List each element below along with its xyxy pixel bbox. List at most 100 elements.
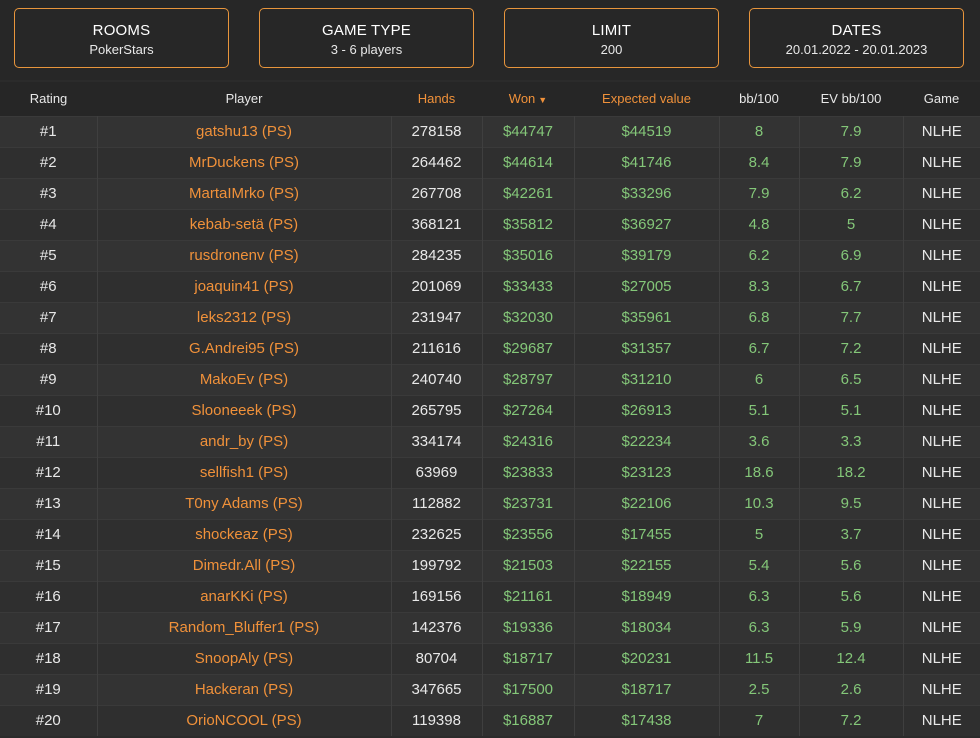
cell-game: NLHE	[903, 301, 980, 333]
cell-game: NLHE	[903, 239, 980, 271]
cell-game: NLHE	[903, 270, 980, 302]
table-row[interactable]: #5 rusdronenv (PS) 284235 $35016 $39179 6.2 6.…	[0, 239, 980, 271]
cell-ev-bb100: 5.1	[799, 394, 904, 426]
cell-game: NLHE	[903, 673, 980, 705]
table-row[interactable]: #11 andr_by (PS) 334174 $24316 $22234 3.6 3.3 N…	[0, 425, 980, 457]
header-expected-value[interactable]: Expected value	[574, 82, 719, 116]
cell-ev-bb100: 7.9	[799, 115, 904, 147]
cell-hands: 264462	[391, 146, 483, 178]
cell-game: NLHE	[903, 487, 980, 519]
header-rating: Rating	[29, 91, 68, 107]
player-link[interactable]: OrioNCOOL (PS)	[97, 704, 392, 736]
cell-bb100: 5.4	[719, 549, 800, 581]
table-row[interactable]: #15 Dimedr.All (PS) 199792 $21503 $22155 5.4 5…	[0, 549, 980, 581]
table-row[interactable]: #10 Slooneeek (PS) 265795 $27264 $26913 5.1 5.…	[0, 394, 980, 426]
table-row[interactable]: #12 sellfish1 (PS) 63969 $23833 $23123 18.6 18…	[0, 456, 980, 488]
cell-game: NLHE	[903, 704, 980, 736]
cell-game: NLHE	[903, 611, 980, 643]
table-row[interactable]: #17 Random_Bluffer1 (PS) 142376 $19336 $1803…	[0, 611, 980, 643]
cell-hands: 240740	[391, 363, 483, 395]
header-hands[interactable]: Hands	[391, 82, 482, 116]
player-link[interactable]: leks2312 (PS)	[97, 301, 392, 333]
player-link[interactable]: Slooneeek (PS)	[97, 394, 392, 426]
cell-hands: 334174	[391, 425, 483, 457]
cell-ev-bb100: 9.5	[799, 487, 904, 519]
table-row[interactable]: #20 OrioNCOOL (PS) 119398 $16887 $17438 7 7.2 N…	[0, 704, 980, 736]
player-link[interactable]: andr_by (PS)	[97, 425, 392, 457]
table-row[interactable]: #8 G.Andrei95 (PS) 211616 $29687 $31357 6.7 7.…	[0, 332, 980, 364]
filter-dates[interactable]: DATES 20.01.2022 - 20.01.2023	[749, 8, 964, 68]
player-link[interactable]: G.Andrei95 (PS)	[97, 332, 392, 364]
cell-bb100: 6.2	[719, 239, 800, 271]
cell-ev-bb100: 7.7	[799, 301, 904, 333]
table-row[interactable]: #1 gatshu13 (PS) 278158 $44747 $44519 8 7.9 NLH…	[0, 115, 980, 147]
table-row[interactable]: #18 SnoopAly (PS) 80704 $18717 $20231 11.5 12.…	[0, 642, 980, 674]
cell-expected-value: $22106	[574, 487, 720, 519]
filter-game-type-value: 3 - 6 players	[330, 42, 403, 57]
player-link[interactable]: SnoopAly (PS)	[97, 642, 392, 674]
cell-rating: #8	[0, 332, 98, 364]
table-row[interactable]: #4 kebab-setä (PS) 368121 $35812 $36927 4.8 5 N…	[0, 208, 980, 240]
cell-won: $24316	[482, 425, 575, 457]
cell-game: NLHE	[903, 332, 980, 364]
cell-bb100: 10.3	[719, 487, 800, 519]
table-row[interactable]: #13 T0ny Adams (PS) 112882 $23731 $22106 10.3…	[0, 487, 980, 519]
table-row[interactable]: #6 joaquin41 (PS) 201069 $33433 $27005 8.3 6.7…	[0, 270, 980, 302]
cell-won: $44614	[482, 146, 575, 178]
player-link[interactable]: rusdronenv (PS)	[97, 239, 392, 271]
cell-ev-bb100: 5	[799, 208, 904, 240]
cell-rating: #14	[0, 518, 98, 550]
player-link[interactable]: shockeaz (PS)	[97, 518, 392, 550]
cell-ev-bb100: 7.9	[799, 146, 904, 178]
cell-bb100: 8.3	[719, 270, 800, 302]
player-link[interactable]: T0ny Adams (PS)	[97, 487, 392, 519]
player-link[interactable]: joaquin41 (PS)	[97, 270, 392, 302]
player-link[interactable]: Dimedr.All (PS)	[97, 549, 392, 581]
cell-rating: #3	[0, 177, 98, 209]
player-link[interactable]: MartaIMrko (PS)	[97, 177, 392, 209]
player-link[interactable]: Random_Bluffer1 (PS)	[97, 611, 392, 643]
cell-won: $23556	[482, 518, 575, 550]
cell-won: $33433	[482, 270, 575, 302]
player-link[interactable]: kebab-setä (PS)	[97, 208, 392, 240]
cell-won: $32030	[482, 301, 575, 333]
filter-limit[interactable]: LIMIT 200	[504, 8, 719, 68]
filter-rooms[interactable]: ROOMS PokerStars	[14, 8, 229, 68]
cell-won: $21503	[482, 549, 575, 581]
player-link[interactable]: MakoEv (PS)	[97, 363, 392, 395]
filter-bar: ROOMS PokerStars GAME TYPE 3 - 6 players…	[0, 0, 980, 80]
cell-rating: #7	[0, 301, 98, 333]
player-link[interactable]: sellfish1 (PS)	[97, 456, 392, 488]
filter-game-type[interactable]: GAME TYPE 3 - 6 players	[259, 8, 474, 68]
cell-ev-bb100: 3.3	[799, 425, 904, 457]
player-link[interactable]: Hackeran (PS)	[97, 673, 392, 705]
player-link[interactable]: MrDuckens (PS)	[97, 146, 392, 178]
header-won[interactable]: Won ▼	[482, 82, 574, 116]
cell-expected-value: $31210	[574, 363, 720, 395]
table-row[interactable]: #9 MakoEv (PS) 240740 $28797 $31210 6 6.5 NLHE	[0, 363, 980, 395]
cell-hands: 80704	[391, 642, 483, 674]
table-row[interactable]: #16 anarKKi (PS) 169156 $21161 $18949 6.3 5.6 N…	[0, 580, 980, 612]
cell-won: $28797	[482, 363, 575, 395]
player-link[interactable]: anarKKi (PS)	[97, 580, 392, 612]
table-row[interactable]: #19 Hackeran (PS) 347665 $17500 $18717 2.5 2.6…	[0, 673, 980, 705]
cell-hands: 284235	[391, 239, 483, 271]
cell-won: $18717	[482, 642, 575, 674]
sort-desc-icon: ▼	[538, 95, 548, 106]
cell-hands: 211616	[391, 332, 483, 364]
table-row[interactable]: #7 leks2312 (PS) 231947 $32030 $35961 6.8 7.7 N…	[0, 301, 980, 333]
cell-hands: 169156	[391, 580, 483, 612]
cell-hands: 347665	[391, 673, 483, 705]
cell-expected-value: $26913	[574, 394, 720, 426]
table-row[interactable]: #14 shockeaz (PS) 232625 $23556 $17455 5 3.7 NL…	[0, 518, 980, 550]
cell-hands: 265795	[391, 394, 483, 426]
table-row[interactable]: #3 MartaIMrko (PS) 267708 $42261 $33296 7.9 6.…	[0, 177, 980, 209]
player-link[interactable]: gatshu13 (PS)	[97, 115, 392, 147]
filter-dates-title: DATES	[831, 22, 882, 39]
header-bb100: bb/100	[739, 91, 779, 107]
cell-won: $17500	[482, 673, 575, 705]
table-row[interactable]: #2 MrDuckens (PS) 264462 $44614 $41746 8.4 7.9…	[0, 146, 980, 178]
cell-rating: #2	[0, 146, 98, 178]
cell-hands: 112882	[391, 487, 483, 519]
cell-ev-bb100: 6.9	[799, 239, 904, 271]
